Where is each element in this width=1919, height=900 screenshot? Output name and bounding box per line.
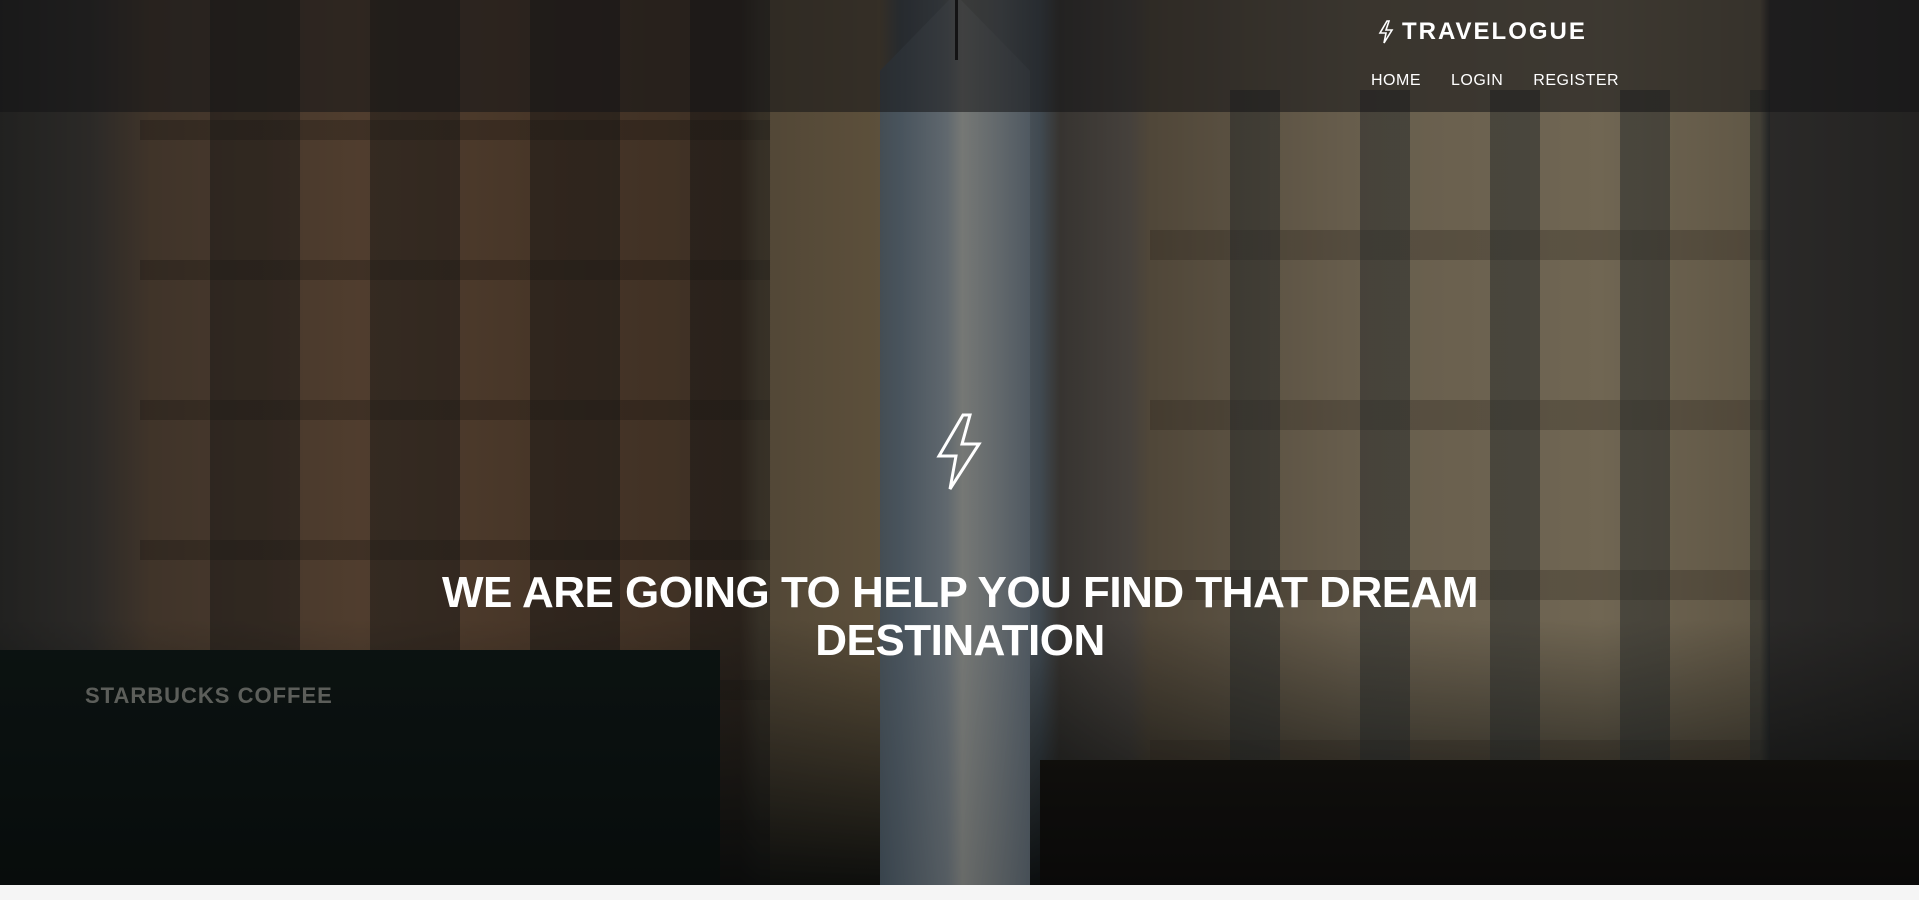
brand-logo[interactable]: TRAVELOGUE <box>1378 18 1587 46</box>
main-nav: HOME LOGIN REGISTER <box>1371 72 1619 90</box>
page-bottom-strip <box>0 885 1919 900</box>
nav-login-link[interactable]: LOGIN <box>1451 72 1503 90</box>
nav-register-link[interactable]: REGISTER <box>1533 72 1619 90</box>
nav-home-link[interactable]: HOME <box>1371 72 1421 90</box>
site-header: TRAVELOGUE HOME LOGIN REGISTER <box>0 0 1919 112</box>
lightning-bolt-icon <box>934 412 984 497</box>
brand-name: TRAVELOGUE <box>1402 18 1587 45</box>
lightning-bolt-icon <box>1378 20 1394 44</box>
hero-title: WE ARE GOING TO HELP YOU FIND THAT DREAM… <box>441 568 1479 666</box>
hero-section: STARBUCKS COFFEE TRAVELOGUE HOME LOGIN R… <box>0 0 1919 885</box>
